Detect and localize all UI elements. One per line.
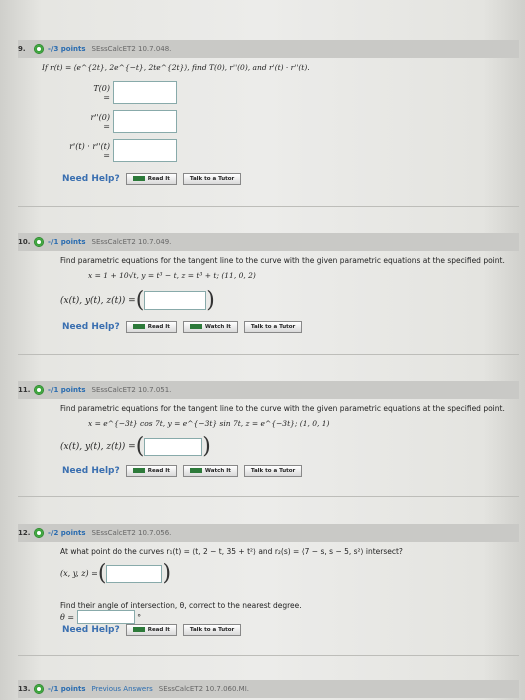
answer-row-t0: T(0) =	[88, 81, 177, 104]
question-11-header: 11. -/1 points SEssCalcET2 10.7.051.	[18, 381, 519, 399]
paren-open: (	[97, 561, 107, 586]
watch-it-label: Watch It	[204, 324, 231, 330]
source-label: SEssCalcET2 10.7.051.	[91, 386, 172, 394]
need-help-label: Need Help?	[62, 466, 120, 476]
paren-open: (	[135, 288, 145, 313]
answer-row-11: (x(t), y(t), z(t)) = ( )	[60, 434, 211, 459]
question-number: 12.	[18, 529, 31, 537]
angle-prompt: Find their angle of intersection, θ, cor…	[60, 601, 302, 610]
read-it-label: Read It	[147, 468, 170, 474]
question-13-header: 13. -/1 points Previous Answers SEssCalc…	[18, 680, 519, 698]
row-label: r'(t) · r''(t) =	[69, 141, 110, 160]
worksheet: 9. -/3 points SEssCalcET2 10.7.048. If r…	[0, 0, 525, 700]
angle-row: θ = °	[60, 610, 141, 624]
intersection-input[interactable]	[106, 564, 163, 583]
paren-open: (	[135, 434, 145, 459]
question-11-prompt: Find parametric equations for the tangen…	[60, 404, 505, 413]
lhs-label: (x(t), y(t), z(t)) =	[60, 295, 136, 306]
question-number: 13.	[18, 685, 31, 693]
talk-to-tutor-button[interactable]: Talk to a Tutor	[182, 624, 242, 636]
source-label: SEssCalcET2 10.7.049.	[91, 238, 172, 246]
points-link[interactable]: -/1 points	[48, 386, 86, 394]
paren-close: )	[206, 288, 215, 313]
need-help-label: Need Help?	[62, 625, 120, 635]
help-row-12: Need Help? Read It Talk to a Tutor	[62, 624, 242, 636]
status-icon	[34, 528, 44, 538]
paren-close: )	[202, 434, 211, 459]
read-it-button[interactable]: Read It	[125, 321, 177, 333]
answer-input-dot[interactable]	[113, 139, 177, 162]
question-10-equations: x = 1 + 10√t, y = t³ − t, z = t³ + t; (1…	[88, 271, 256, 280]
row-label: r''(0) =	[90, 112, 110, 131]
watch-it-button[interactable]: Watch It	[182, 465, 238, 477]
question-number: 11.	[18, 386, 31, 394]
source-label: SEssCalcET2 10.7.060.MI.	[158, 685, 249, 693]
answer-row-r2: r''(0) =	[88, 110, 177, 133]
paren-close: )	[162, 561, 172, 586]
status-icon	[34, 237, 44, 247]
read-it-label: Read It	[147, 176, 170, 182]
need-help-label: Need Help?	[62, 174, 120, 184]
watch-it-label: Watch It	[204, 468, 231, 474]
divider	[18, 655, 519, 656]
question-12-header: 12. -/2 points SEssCalcET2 10.7.056.	[18, 524, 519, 542]
read-it-label: Read It	[147, 324, 170, 330]
help-row-9: Need Help? Read It Talk to a Tutor	[62, 173, 242, 185]
theta-label: θ =	[60, 612, 75, 622]
question-10-header: 10. -/1 points SEssCalcET2 10.7.049.	[18, 233, 519, 251]
answer-input-t0[interactable]	[113, 81, 177, 104]
lhs-label: (x(t), y(t), z(t)) =	[60, 441, 136, 452]
talk-label: Talk to a Tutor	[250, 324, 296, 330]
previous-answers-link[interactable]: Previous Answers	[92, 685, 153, 693]
help-row-11: Need Help? Read It Watch It Talk to a Tu…	[62, 465, 303, 477]
angle-input[interactable]	[77, 610, 136, 624]
tangent-line-input[interactable]	[144, 437, 203, 456]
answer-input-r2[interactable]	[113, 110, 177, 133]
read-it-button[interactable]: Read It	[125, 173, 177, 185]
question-12-prompt: At what point do the curves r₁(t) = ⟨t, …	[60, 547, 403, 556]
question-11-equations: x = e^{−3t} cos 7t, y = e^{−3t} sin 7t, …	[88, 419, 330, 428]
divider	[18, 206, 519, 207]
need-help-label: Need Help?	[62, 322, 120, 332]
talk-label: Talk to a Tutor	[250, 468, 296, 474]
read-it-button[interactable]: Read It	[125, 624, 177, 636]
status-icon	[34, 684, 44, 694]
degree-label: °	[137, 612, 142, 622]
watch-it-button[interactable]: Watch It	[182, 321, 238, 333]
answer-row-12: (x, y, z) = ( )	[60, 561, 171, 586]
talk-label: Talk to a Tutor	[189, 176, 235, 182]
points-link[interactable]: -/3 points	[48, 45, 86, 53]
points-link[interactable]: -/1 points	[48, 685, 86, 693]
question-9-prompt: If r(t) = ⟨e^{2t}, 2e^{−t}, 2te^{2t}⟩, f…	[42, 63, 310, 72]
answer-row-10: (x(t), y(t), z(t)) = ( )	[60, 288, 215, 313]
talk-to-tutor-button[interactable]: Talk to a Tutor	[182, 173, 242, 185]
divider	[18, 354, 519, 355]
talk-label: Talk to a Tutor	[189, 627, 235, 633]
answer-row-dot: r'(t) · r''(t) =	[60, 139, 177, 162]
read-it-button[interactable]: Read It	[125, 465, 177, 477]
talk-to-tutor-button[interactable]: Talk to a Tutor	[243, 465, 303, 477]
row-label: T(0) =	[93, 83, 110, 102]
tangent-line-input[interactable]	[144, 291, 207, 310]
talk-to-tutor-button[interactable]: Talk to a Tutor	[243, 321, 303, 333]
lhs-label: (x, y, z) =	[60, 569, 98, 578]
question-9-header: 9. -/3 points SEssCalcET2 10.7.048.	[18, 40, 519, 58]
read-it-label: Read It	[147, 627, 170, 633]
status-icon	[34, 385, 44, 395]
points-link[interactable]: -/2 points	[48, 529, 86, 537]
divider	[18, 496, 519, 497]
source-label: SEssCalcET2 10.7.048.	[91, 45, 172, 53]
status-icon	[34, 44, 44, 54]
source-label: SEssCalcET2 10.7.056.	[91, 529, 172, 537]
question-number: 9.	[18, 45, 26, 53]
question-10-prompt: Find parametric equations for the tangen…	[60, 256, 505, 265]
question-number: 10.	[18, 238, 31, 246]
points-link[interactable]: -/1 points	[48, 238, 86, 246]
help-row-10: Need Help? Read It Watch It Talk to a Tu…	[62, 321, 303, 333]
